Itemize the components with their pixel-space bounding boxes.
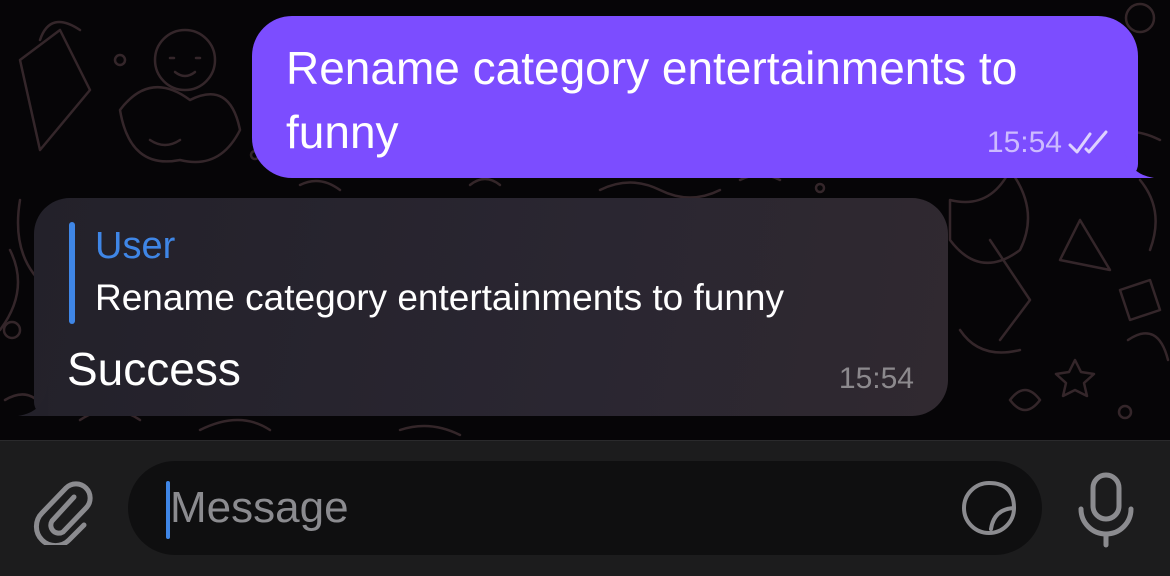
double-check-icon bbox=[1068, 130, 1108, 154]
message-time: 15:54 bbox=[838, 362, 914, 395]
paperclip-icon[interactable] bbox=[28, 475, 98, 545]
message-meta: 15:54 bbox=[987, 126, 1112, 160]
message-input[interactable] bbox=[170, 473, 930, 543]
reply-author: User bbox=[95, 225, 176, 267]
reply-accent-bar bbox=[69, 222, 75, 324]
reply-quote[interactable]: User Rename category entertainments to f… bbox=[69, 222, 919, 324]
chat-background: Rename category entertainments to funny … bbox=[0, 0, 1170, 440]
outgoing-message-bubble[interactable]: Rename category entertainments to funny … bbox=[252, 16, 1154, 178]
microphone-icon[interactable] bbox=[1074, 471, 1138, 549]
message-text: Success bbox=[67, 343, 241, 395]
bubble-tail bbox=[1124, 148, 1154, 178]
incoming-message-bubble[interactable]: User Rename category entertainments to f… bbox=[18, 198, 948, 416]
sticker-icon[interactable] bbox=[960, 479, 1018, 537]
reply-text: Rename category entertainments to funny bbox=[95, 277, 784, 318]
bubble-tail bbox=[18, 386, 48, 416]
message-time: 15:54 bbox=[986, 126, 1062, 159]
message-composer bbox=[0, 440, 1170, 576]
message-input-field[interactable] bbox=[128, 461, 1042, 555]
